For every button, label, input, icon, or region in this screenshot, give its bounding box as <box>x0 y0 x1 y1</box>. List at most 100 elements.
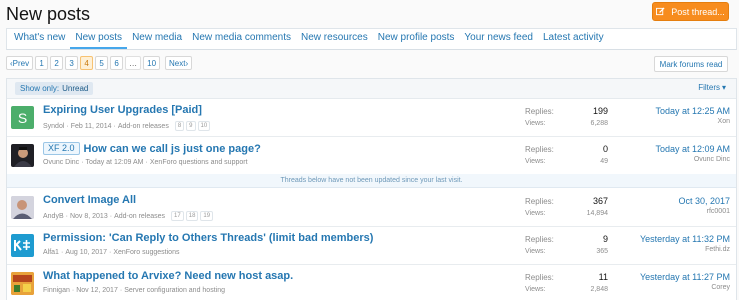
thread-page-link[interactable]: 9 <box>186 121 196 131</box>
pager-page-6[interactable]: 6 <box>110 56 124 70</box>
filter-bar: Show only: Unread Filters ▾ <box>7 79 736 99</box>
chevron-right-icon: › <box>185 58 189 68</box>
tab-new-media[interactable]: New media <box>127 32 187 49</box>
thread-page-link[interactable]: 18 <box>185 211 199 221</box>
pager-page-5[interactable]: 5 <box>95 56 109 70</box>
unread-divider: Threads below have not been updated sinc… <box>7 174 736 188</box>
user-photo-icon <box>11 196 34 219</box>
thread-row: What happened to Arvixe? Need new host a… <box>7 265 736 300</box>
thread-stats: Replies: 367 Views: 14,894 <box>525 196 608 217</box>
latest-post-date[interactable]: Yesterday at 11:32 PM <box>640 233 730 245</box>
replies-count: 199 <box>592 106 608 116</box>
thread-page-link[interactable]: 19 <box>200 211 214 221</box>
thread-stats: Replies: 0 Views: 49 <box>525 144 608 165</box>
avatar[interactable] <box>11 234 34 257</box>
logo-avatar-icon <box>14 240 30 251</box>
pager-page-2[interactable]: 2 <box>50 56 64 70</box>
thread-forum[interactable]: Add-on releases <box>118 123 169 130</box>
thread-title[interactable]: Convert Image All <box>43 194 136 206</box>
latest-post-date[interactable]: Today at 12:25 AM <box>655 105 730 117</box>
thread-forum[interactable]: Add-on releases <box>114 213 165 220</box>
latest-post-user[interactable]: Fethi.dz <box>640 245 730 255</box>
thread-page-links: 17 18 19 <box>171 211 214 221</box>
pager-page-10[interactable]: 10 <box>143 56 161 70</box>
thread-author[interactable]: Syndol <box>43 123 64 130</box>
user-photo-icon <box>11 272 34 295</box>
tab-new-profile-posts[interactable]: New profile posts <box>373 32 460 49</box>
latest-post-date[interactable]: Yesterday at 11:27 PM <box>640 271 730 283</box>
tab-new-resources[interactable]: New resources <box>296 32 373 49</box>
thread-row: S Expiring User Upgrades [Paid] Syndol · … <box>7 99 736 137</box>
thread-title[interactable]: What happened to Arvixe? Need new host a… <box>43 270 293 282</box>
thread-forum[interactable]: Server configuration and hosting <box>124 287 225 294</box>
avatar[interactable] <box>11 144 34 167</box>
thread-latest: Yesterday at 11:27 PM Corey <box>640 271 730 293</box>
caret-down-icon: ▾ <box>721 83 726 92</box>
tab-new-media-comments[interactable]: New media comments <box>187 32 296 49</box>
tab-new-posts[interactable]: New posts <box>70 32 128 49</box>
thread-author[interactable]: Finnigan <box>43 287 70 294</box>
latest-post-date[interactable]: Oct 30, 2017 <box>678 195 730 207</box>
replies-count: 0 <box>602 144 608 154</box>
thread-date: Nov 8, 2013 <box>69 212 108 220</box>
tab-whats-new[interactable]: What's new <box>9 32 70 49</box>
thread-author[interactable]: Alfa1 <box>43 249 59 256</box>
thread-meta: Syndol · Feb 11, 2014 · Add-on releases 8 … <box>43 121 211 131</box>
filter-chip-unread[interactable]: Show only: Unread <box>15 82 94 95</box>
thread-forum[interactable]: XenForo suggestions <box>113 249 179 256</box>
thread-prefix[interactable]: XF 2.0 <box>43 142 80 155</box>
pager-skip[interactable]: … <box>125 56 142 70</box>
thread-stats: Replies: 11 Views: 2,848 <box>525 272 608 293</box>
replies-count: 367 <box>592 196 608 206</box>
latest-post-user[interactable]: rfc0001 <box>678 207 730 217</box>
filters-menu-button[interactable]: Filters ▾ <box>698 83 726 92</box>
tab-latest-activity[interactable]: Latest activity <box>538 32 609 49</box>
thread-latest: Oct 30, 2017 rfc0001 <box>678 195 730 217</box>
views-count: 49 <box>600 157 608 165</box>
thread-forum[interactable]: XenForo questions and support <box>150 159 248 166</box>
thread-date: Nov 12, 2017 <box>76 287 118 294</box>
avatar[interactable] <box>11 196 34 219</box>
pager-page-3[interactable]: 3 <box>65 56 79 70</box>
thread-row: Permission: 'Can Reply to Others Threads… <box>7 227 736 265</box>
thread-latest: Today at 12:09 AM Ovunc Dinc <box>655 143 730 165</box>
thread-title[interactable]: Expiring User Upgrades [Paid] <box>43 104 202 116</box>
thread-page-link[interactable]: 17 <box>171 211 184 221</box>
thread-latest: Yesterday at 11:32 PM Fethi.dz <box>640 233 730 255</box>
thread-date: Feb 11, 2014 <box>70 122 112 130</box>
thread-page-links: 8 9 10 <box>174 121 211 131</box>
thread-meta: Alfa1 · Aug 10, 2017 · XenForo suggestions <box>43 249 180 256</box>
pager-page-4-current: 4 <box>80 56 94 70</box>
mark-forums-read-button[interactable]: Mark forums read <box>654 56 728 72</box>
thread-row: XF 2.0 How can we call js just one page?… <box>7 137 736 175</box>
thread-title[interactable]: XF 2.0 How can we call js just one page? <box>43 142 261 155</box>
post-thread-button[interactable]: Post thread... <box>652 2 729 21</box>
avatar[interactable]: S <box>11 106 34 129</box>
latest-post-user[interactable]: Corey <box>640 283 730 293</box>
thread-page-link[interactable]: 10 <box>197 121 211 131</box>
latest-post-date[interactable]: Today at 12:09 AM <box>655 143 730 155</box>
tab-news-feed[interactable]: Your news feed <box>459 32 538 49</box>
replies-count: 9 <box>602 234 608 244</box>
thread-title[interactable]: Permission: 'Can Reply to Others Threads… <box>43 232 373 244</box>
latest-post-user[interactable]: Ovunc Dinc <box>655 155 730 165</box>
user-photo-icon <box>14 147 32 167</box>
thread-author[interactable]: AndyB <box>43 213 64 220</box>
views-count: 6,288 <box>590 119 608 127</box>
pager-next-button[interactable]: Next › <box>165 56 193 70</box>
thread-meta: Ovunc Dinc · Today at 12:09 AM · XenForo q… <box>43 159 248 166</box>
thread-author[interactable]: Ovunc Dinc <box>43 159 79 166</box>
whats-new-tabs: What's new New posts New media New media… <box>6 28 737 50</box>
views-count: 365 <box>596 247 608 255</box>
thread-date: Aug 10, 2017 <box>65 249 107 256</box>
thread-stats: Replies: 199 Views: 6,288 <box>525 106 608 127</box>
thread-row: Convert Image All AndyB · Nov 8, 2013 · Ad… <box>7 189 736 227</box>
thread-meta: Finnigan · Nov 12, 2017 · Server configura… <box>43 287 225 294</box>
pager-page-1[interactable]: 1 <box>35 56 49 70</box>
views-count: 14,894 <box>586 209 608 217</box>
post-thread-label: Post thread... <box>671 6 725 17</box>
latest-post-user[interactable]: Xon <box>655 117 730 127</box>
avatar[interactable] <box>11 272 34 295</box>
thread-page-link[interactable]: 8 <box>174 121 185 131</box>
pager-prev-button[interactable]: ‹ Prev <box>6 56 34 70</box>
